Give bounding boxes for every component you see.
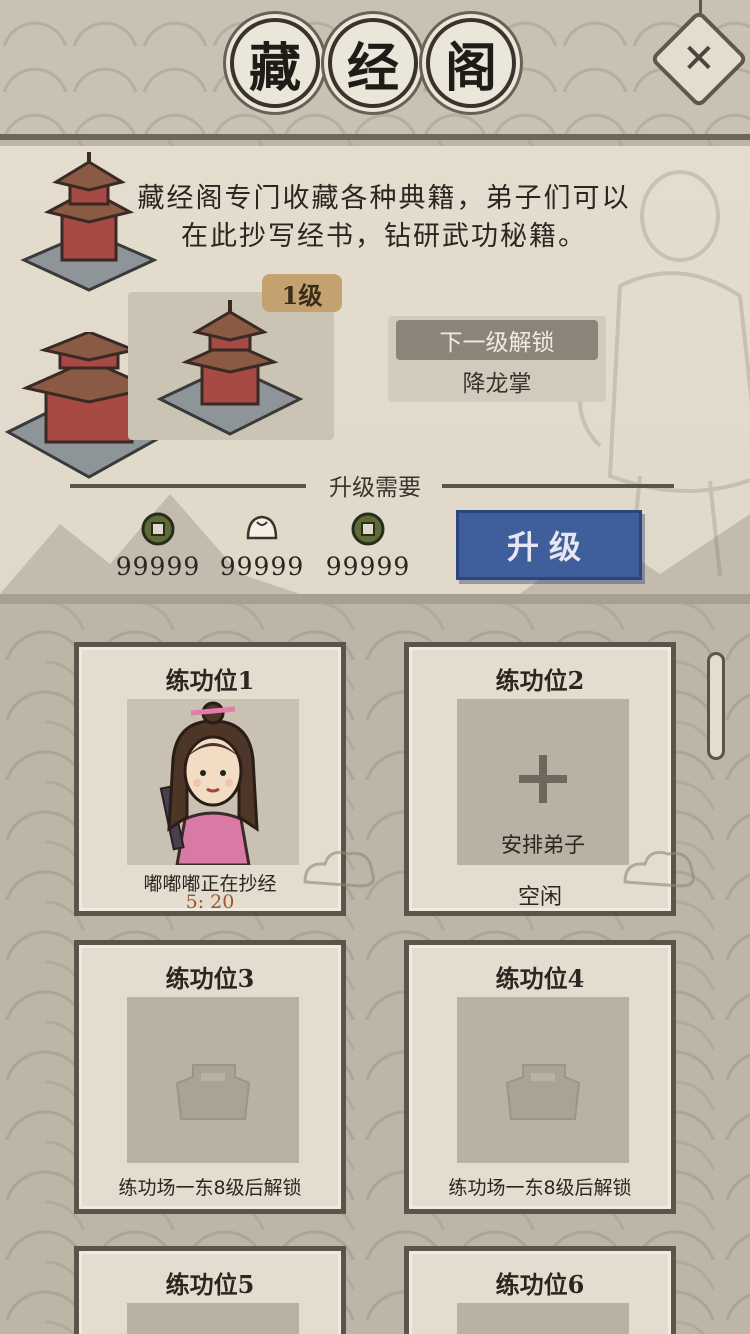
disciple-avatar	[159, 701, 259, 867]
slot-title: 练功位4	[495, 964, 585, 993]
assign-disciple-button[interactable]: 安排弟子	[457, 699, 629, 865]
divider-right	[442, 484, 674, 488]
locked-slot-window	[127, 1303, 299, 1334]
cloud-ornament-icon	[303, 850, 375, 888]
description-line: 藏经阁专门收藏各种典籍，弟子们可以	[137, 183, 631, 214]
locked-slot-window	[457, 1303, 629, 1334]
practice-slot-3[interactable]: 练功位3 练功场一东8级后解锁	[74, 940, 346, 1214]
slot-status: 练功场一东8级后解锁	[118, 1177, 302, 1199]
building-description: 藏经阁专门收藏各种典籍，弟子们可以 在此抄写经书，钻研武功秘籍。	[84, 180, 684, 256]
close-button[interactable]: ✕	[649, 9, 749, 109]
next-unlock-title: 下一级解锁	[396, 320, 598, 360]
upgrade-requirement-label: 升级需要	[329, 475, 421, 501]
cost-value: 99999	[325, 552, 411, 581]
practice-slot-6[interactable]: 练功位6	[404, 1246, 676, 1334]
cloud-ornament-icon	[623, 850, 695, 888]
upgrade-button[interactable]: 升级	[456, 510, 642, 580]
slot-timer: 5: 20	[185, 891, 235, 913]
practice-slot-5[interactable]: 练功位5	[74, 1246, 346, 1334]
title-char: 藏	[230, 18, 320, 108]
title-bar: 藏 经 阁 ✕	[0, 0, 750, 140]
building-info-panel: 1级 藏经阁专门收藏各种典籍，弟子们可以 在此抄写经书，钻研武功秘籍。 下一级解…	[0, 146, 750, 604]
close-icon: ✕	[682, 35, 716, 82]
lock-icon	[175, 1064, 251, 1120]
title-char: 阁	[426, 18, 516, 108]
locked-slot-window	[457, 997, 629, 1163]
assign-disciple-label: 安排弟子	[501, 833, 585, 857]
slot-title: 练功位3	[165, 964, 255, 993]
cost-value: 99999	[115, 552, 201, 581]
page-title: 藏 经 阁	[230, 18, 516, 108]
cost-item: 99999	[318, 512, 418, 581]
lock-icon	[505, 1064, 581, 1120]
disciple-portrait[interactable]	[127, 699, 299, 867]
slot-title: 练功位2	[495, 666, 585, 695]
copper-coin-icon	[351, 512, 385, 546]
slot-title: 练功位6	[495, 1270, 585, 1299]
next-unlock-box: 下一级解锁 降龙掌	[388, 316, 606, 402]
cost-item: 99999	[108, 512, 208, 581]
slot-status: 练功场一东8级后解锁	[448, 1177, 632, 1199]
copper-coin-icon	[141, 512, 175, 546]
building-next-level-icon	[156, 300, 304, 436]
slot-title: 练功位1	[165, 666, 255, 695]
cost-value: 99999	[219, 552, 305, 581]
plus-icon	[519, 755, 567, 803]
title-char: 经	[328, 18, 418, 108]
practice-slot-4[interactable]: 练功位4 练功场一东8级后解锁	[404, 940, 676, 1214]
cost-item: 99999	[212, 512, 312, 581]
steamed-bun-icon	[246, 515, 278, 540]
scrollbar[interactable]	[707, 652, 725, 760]
divider-left	[70, 484, 306, 488]
level-badge: 1级	[262, 274, 342, 312]
slot-title: 练功位5	[165, 1270, 255, 1299]
next-unlock-skill: 降龙掌	[462, 371, 532, 397]
locked-slot-window	[127, 997, 299, 1163]
description-line: 在此抄写经书，钻研武功秘籍。	[181, 221, 587, 252]
